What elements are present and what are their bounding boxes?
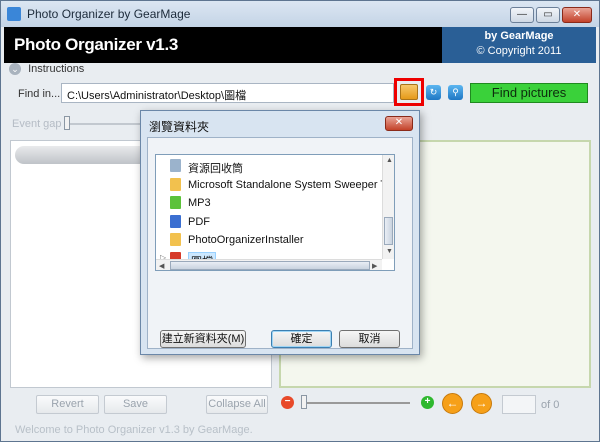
- folder-icon: [170, 233, 181, 246]
- browse-folder-icon[interactable]: [400, 84, 418, 100]
- close-button[interactable]: ✕: [562, 7, 592, 23]
- dialog-close-button[interactable]: ✕: [385, 116, 413, 131]
- tree-item-label: PDF: [188, 215, 210, 228]
- title-bar: Photo Organizer by GearMage — ▭ ✕: [1, 1, 599, 27]
- header-banner: Photo Organizer v1.3 by GearMage © Copyr…: [4, 27, 596, 63]
- browse-folder-dialog: 瀏覽資料夾 ✕ 資源回收筒 Microsoft Standalone System…: [140, 110, 420, 355]
- folder-icon: [170, 177, 181, 191]
- instructions-label: Instructions: [28, 63, 85, 75]
- tree-item-label: 資源回收筒: [188, 163, 243, 175]
- maximize-button[interactable]: ▭: [536, 7, 560, 23]
- save-button[interactable]: Save: [104, 395, 167, 414]
- tree-item[interactable]: Microsoft Standalone System Sweeper Tc: [156, 176, 391, 194]
- tree-item[interactable]: PhotoOrganizerInstaller: [156, 231, 381, 249]
- tree-item[interactable]: PDF: [156, 213, 381, 231]
- minimize-button[interactable]: —: [510, 7, 534, 23]
- zoom-slider[interactable]: [301, 395, 307, 409]
- folder-icon: [170, 270, 181, 271]
- folder-icon: [170, 159, 181, 172]
- zoom-in-icon[interactable]: +: [421, 396, 434, 409]
- folder-icon: [170, 196, 181, 209]
- scroll-left-icon[interactable]: ◀: [159, 262, 164, 270]
- zoom-track: [302, 402, 410, 404]
- app-icon: [7, 7, 21, 21]
- refresh-icon[interactable]: ↻: [426, 85, 441, 100]
- tree-vertical-thumb[interactable]: [384, 217, 393, 245]
- banner-title: Photo Organizer v1.3: [14, 35, 179, 54]
- status-bar: Welcome to Photo Organizer v1.3 by GearM…: [15, 424, 253, 436]
- tree-item-label: MP3: [188, 197, 211, 209]
- next-icon[interactable]: →: [471, 393, 492, 414]
- scroll-up-icon[interactable]: ▲: [386, 157, 393, 164]
- ok-button[interactable]: 確定: [271, 330, 332, 348]
- path-input[interactable]: C:\Users\Administrator\Desktop\圖檔: [61, 83, 394, 103]
- tree-horizontal-thumb[interactable]: [170, 261, 370, 270]
- event-gap-label: Event gap: [12, 118, 62, 130]
- window-title: Photo Organizer by GearMage: [27, 7, 191, 21]
- find-in-label: Find in...: [18, 88, 61, 100]
- collapse-all-button[interactable]: Collapse All: [206, 395, 268, 414]
- tree-item[interactable]: 資源回收筒: [156, 157, 381, 175]
- event-gap-slider[interactable]: [64, 116, 70, 130]
- dialog-title: 瀏覽資料夾: [149, 120, 210, 134]
- brand-text: by GearMage: [484, 30, 554, 42]
- folder-tree[interactable]: 資源回收筒 Microsoft Standalone System Sweeper…: [155, 154, 395, 271]
- zoom-out-icon[interactable]: −: [281, 396, 294, 409]
- scroll-right-icon[interactable]: ▶: [372, 262, 377, 270]
- copyright-text: © Copyright 2011: [476, 45, 562, 57]
- previous-icon[interactable]: ←: [442, 393, 463, 414]
- page-count-label: of 0: [541, 399, 560, 411]
- page-select[interactable]: [502, 395, 536, 414]
- folder-icon: [170, 214, 181, 228]
- new-folder-button[interactable]: 建立新資料夾(M): [160, 330, 246, 348]
- banner-credits: by GearMage © Copyright 2011: [442, 27, 596, 63]
- revert-button[interactable]: Revert: [36, 395, 99, 414]
- event-gap-track: [67, 123, 147, 125]
- find-pictures-button[interactable]: Find pictures: [470, 83, 588, 103]
- instructions-toggle[interactable]: ⌄ Instructions: [9, 63, 84, 77]
- tree-item-label: PhotoOrganizerInstaller: [188, 234, 304, 246]
- search-icon[interactable]: ⚲: [448, 85, 463, 100]
- chevron-down-icon: ⌄: [9, 63, 21, 75]
- tree-item-label: Microsoft Standalone System Sweeper Tc: [188, 178, 392, 191]
- tree-item[interactable]: MP3: [156, 194, 381, 212]
- cancel-button[interactable]: 取消: [339, 330, 400, 348]
- scroll-down-icon[interactable]: ▼: [386, 248, 393, 255]
